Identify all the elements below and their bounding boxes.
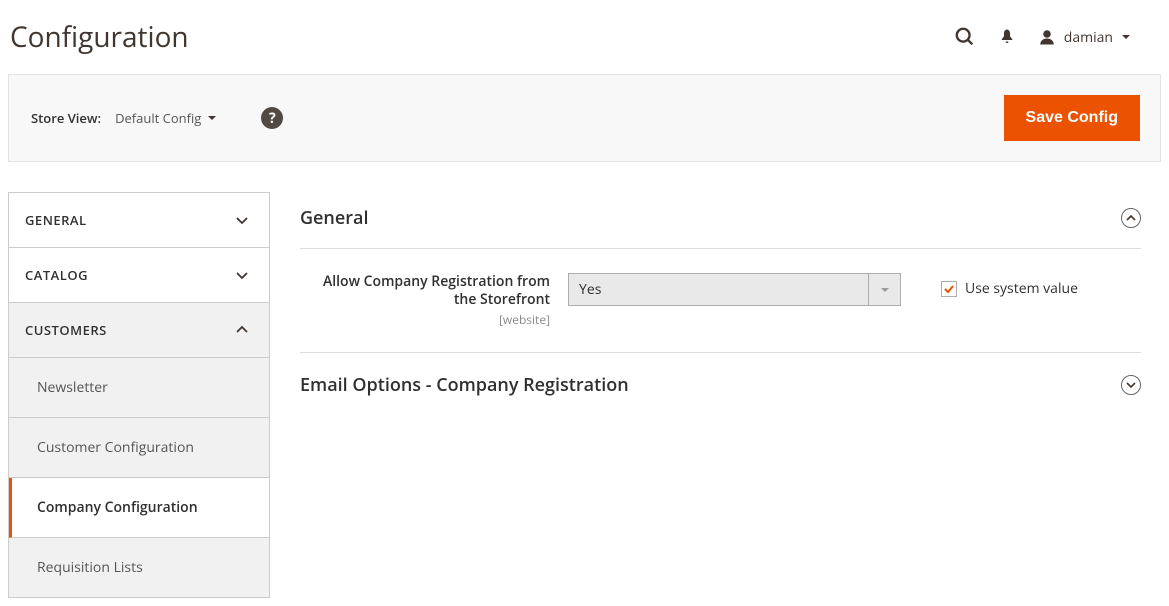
sidebar-item-newsletter[interactable]: Newsletter xyxy=(9,358,269,418)
page-title: Configuration xyxy=(10,18,189,56)
chevron-down-icon xyxy=(1125,379,1137,391)
chevron-down-icon xyxy=(235,268,249,282)
save-config-button[interactable]: Save Config xyxy=(1004,95,1140,141)
section-title: General xyxy=(300,206,368,230)
chevron-down-icon xyxy=(868,274,900,305)
config-sidebar: GENERAL CATALOG CUSTOMERS Newsletter Cus… xyxy=(8,192,270,598)
chevron-down-icon xyxy=(207,113,217,123)
sidebar-item-company-config[interactable]: Company Configuration xyxy=(9,478,269,538)
use-system-value-label: Use system value xyxy=(965,279,1078,298)
user-name: damian xyxy=(1064,28,1113,47)
search-icon[interactable] xyxy=(954,26,976,48)
user-menu[interactable]: damian xyxy=(1038,28,1131,47)
chevron-up-icon xyxy=(235,323,249,337)
sidebar-section-title: CUSTOMERS xyxy=(25,321,107,339)
sidebar-item-requisition-lists[interactable]: Requisition Lists xyxy=(9,538,269,598)
store-view-selector[interactable]: Default Config xyxy=(115,109,217,127)
sidebar-section-title: CATALOG xyxy=(25,266,88,284)
store-view-label: Store View: xyxy=(31,109,101,127)
check-icon xyxy=(943,283,955,295)
field-select-allow-company-registration[interactable]: Yes xyxy=(568,273,901,306)
section-header-general[interactable]: General xyxy=(300,192,1141,249)
chevron-down-icon xyxy=(1121,32,1131,42)
sidebar-section-customers[interactable]: CUSTOMERS xyxy=(9,303,269,358)
store-view-value: Default Config xyxy=(115,109,201,127)
user-icon xyxy=(1038,28,1056,46)
field-allow-company-registration: Allow Company Registration from the Stor… xyxy=(300,249,1141,353)
collapse-icon xyxy=(1121,208,1141,228)
sidebar-section-catalog[interactable]: CATALOG xyxy=(9,248,269,303)
expand-icon xyxy=(1121,375,1141,395)
sidebar-section-title: GENERAL xyxy=(25,211,87,229)
sidebar-item-customer-config[interactable]: Customer Configuration xyxy=(9,418,269,478)
section-title: Email Options - Company Registration xyxy=(300,373,629,397)
field-select-value: Yes xyxy=(569,280,601,299)
section-header-email-options[interactable]: Email Options - Company Registration xyxy=(300,353,1141,415)
help-icon[interactable]: ? xyxy=(261,107,283,129)
chevron-down-icon xyxy=(235,213,249,227)
field-scope: [website] xyxy=(300,311,550,328)
use-system-value-checkbox[interactable] xyxy=(941,281,957,297)
chevron-up-icon xyxy=(1125,212,1137,224)
sidebar-section-general[interactable]: GENERAL xyxy=(9,193,269,248)
notifications-icon[interactable] xyxy=(998,27,1016,47)
field-label: Allow Company Registration from the Stor… xyxy=(300,273,550,309)
